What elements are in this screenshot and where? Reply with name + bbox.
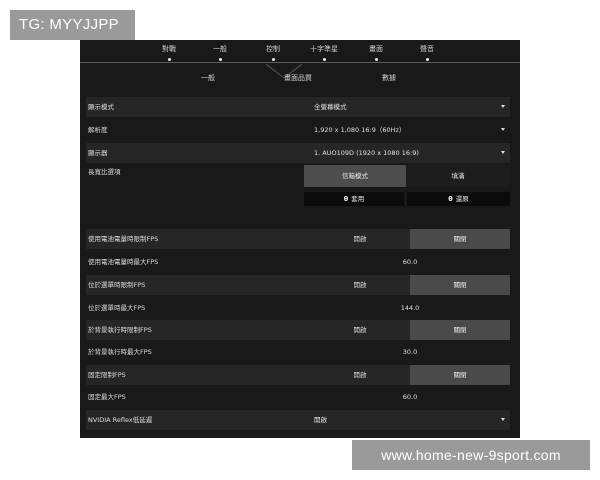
row-label: 使用電池電量時限制FPS	[88, 235, 159, 243]
battery-limit-off-button[interactable]: 關閉	[410, 229, 510, 249]
tab-dot	[271, 58, 275, 61]
tab-general[interactable]: 一般	[213, 44, 227, 61]
menu-limit-off-button[interactable]: 關閉	[410, 275, 510, 295]
menu-max-value[interactable]: 144.0	[310, 298, 510, 318]
chevron-down-icon	[501, 418, 505, 421]
tab-crosshair[interactable]: 十字準星	[310, 44, 338, 61]
row-label: 顯示模式	[88, 103, 114, 111]
apply-button[interactable]: θ 套用	[304, 192, 404, 206]
tab-label: 畫面	[369, 45, 383, 53]
row-label: 使用電池電量時最大FPS	[88, 258, 159, 266]
row-label: 位於選單時限制FPS	[88, 281, 146, 289]
row-label: 顯示器	[88, 149, 108, 157]
tab-dot	[322, 58, 326, 61]
row-label: 固定最大FPS	[88, 393, 126, 401]
fill-option[interactable]: 填滿	[406, 165, 510, 187]
background-limit-on-button[interactable]: 開啟	[310, 320, 410, 340]
row-fixed-limit: 固定限制FPS 開啟 關閉	[86, 365, 510, 385]
sub-tabs: 一般 畫面品質 數據	[80, 73, 520, 87]
chevron-down-icon	[501, 105, 505, 108]
resolution-dropdown[interactable]: 1,920 x 1,080 16:9（60Hz）	[312, 120, 510, 140]
tab-audio[interactable]: 聲音	[420, 44, 434, 61]
row-menu-limit: 位於選單時限制FPS 開啟 關閉	[86, 275, 510, 295]
tab-dot	[425, 58, 429, 61]
chevron-down-icon	[501, 128, 505, 131]
row-background-max: 於背景執行時最大FPS 30.0	[86, 342, 510, 362]
fixed-limit-on-button[interactable]: 開啟	[310, 365, 410, 385]
row-label: 固定限制FPS	[88, 371, 126, 379]
row-fixed-max: 固定最大FPS 60.0	[86, 387, 510, 407]
tab-dot	[218, 58, 222, 61]
row-nvidia-reflex: NVIDIA Reflex低延遲 開啟	[86, 410, 510, 430]
tab-video[interactable]: 畫面	[369, 44, 383, 61]
dropdown-value: 全螢幕模式	[314, 103, 347, 111]
dropdown-value: 1,920 x 1,080 16:9（60Hz）	[314, 126, 406, 134]
apply-label: 套用	[351, 195, 365, 203]
dropdown-value: 1. AUO109D (1920 x 1080 16:9)	[314, 149, 419, 157]
row-display-mode: 顯示模式 全螢幕模式	[86, 97, 510, 117]
apply-key: θ	[343, 195, 349, 203]
watermark-top: TG: MYYJJPP	[10, 10, 135, 40]
revert-key: θ	[448, 195, 453, 203]
tab-dot	[374, 58, 378, 61]
tab-controls[interactable]: 控制	[266, 44, 280, 61]
watermark-bottom: www.home-new-9sport.com	[352, 440, 590, 470]
fixed-limit-off-button[interactable]: 關閉	[410, 365, 510, 385]
row-label: 於背景執行時限制FPS	[88, 326, 152, 334]
background-limit-off-button[interactable]: 關閉	[410, 320, 510, 340]
row-battery-limit: 使用電池電量時限制FPS 開啟 關閉	[86, 229, 510, 249]
menu-limit-on-button[interactable]: 開啟	[310, 275, 410, 295]
row-menu-max: 位於選單時最大FPS 144.0	[86, 298, 510, 318]
subtab-graphics-quality[interactable]: 畫面品質	[284, 73, 312, 83]
row-battery-max: 使用電池電量時最大FPS 60.0	[86, 252, 510, 272]
chevron-down-icon	[501, 151, 505, 154]
tab-label: 對戰	[162, 45, 176, 53]
row-label: 位於選單時最大FPS	[88, 304, 146, 312]
tab-dot	[167, 58, 171, 61]
row-label: 解析度	[88, 126, 108, 134]
row-label: NVIDIA Reflex低延遲	[88, 416, 153, 424]
subtab-stats[interactable]: 數據	[382, 73, 396, 83]
tab-label: 一般	[213, 45, 227, 53]
row-label: 長寬比選項	[88, 168, 121, 176]
fixed-max-value[interactable]: 60.0	[310, 387, 510, 407]
tab-label: 十字準星	[310, 45, 338, 53]
dropdown-value: 開啟	[314, 416, 327, 424]
monitor-dropdown[interactable]: 1. AUO109D (1920 x 1080 16:9)	[312, 143, 510, 163]
letterbox-option[interactable]: 信箱模式	[304, 165, 406, 187]
main-tabs: 對戰 一般 控制 十字準星 畫面 聲音	[80, 40, 520, 62]
row-label: 於背景執行時最大FPS	[88, 348, 152, 356]
subtab-general[interactable]: 一般	[201, 73, 215, 83]
settings-panel: 對戰 一般 控制 十字準星 畫面 聲音 一般 畫面品質 數據 顯示模式 全螢幕模…	[80, 40, 520, 438]
revert-button[interactable]: θ 還原	[407, 192, 510, 206]
battery-limit-on-button[interactable]: 開啟	[310, 229, 410, 249]
battery-max-value[interactable]: 60.0	[310, 252, 510, 272]
reflex-dropdown[interactable]: 開啟	[312, 410, 510, 430]
row-resolution: 解析度 1,920 x 1,080 16:9（60Hz）	[86, 120, 510, 140]
tab-combat[interactable]: 對戰	[162, 44, 176, 61]
background-max-value[interactable]: 30.0	[310, 342, 510, 362]
row-monitor: 顯示器 1. AUO109D (1920 x 1080 16:9)	[86, 143, 510, 163]
row-background-limit: 於背景執行時限制FPS 開啟 關閉	[86, 320, 510, 340]
tab-label: 聲音	[420, 45, 434, 53]
display-mode-dropdown[interactable]: 全螢幕模式	[312, 97, 510, 117]
tab-label: 控制	[266, 45, 280, 53]
revert-label: 還原	[455, 195, 469, 203]
